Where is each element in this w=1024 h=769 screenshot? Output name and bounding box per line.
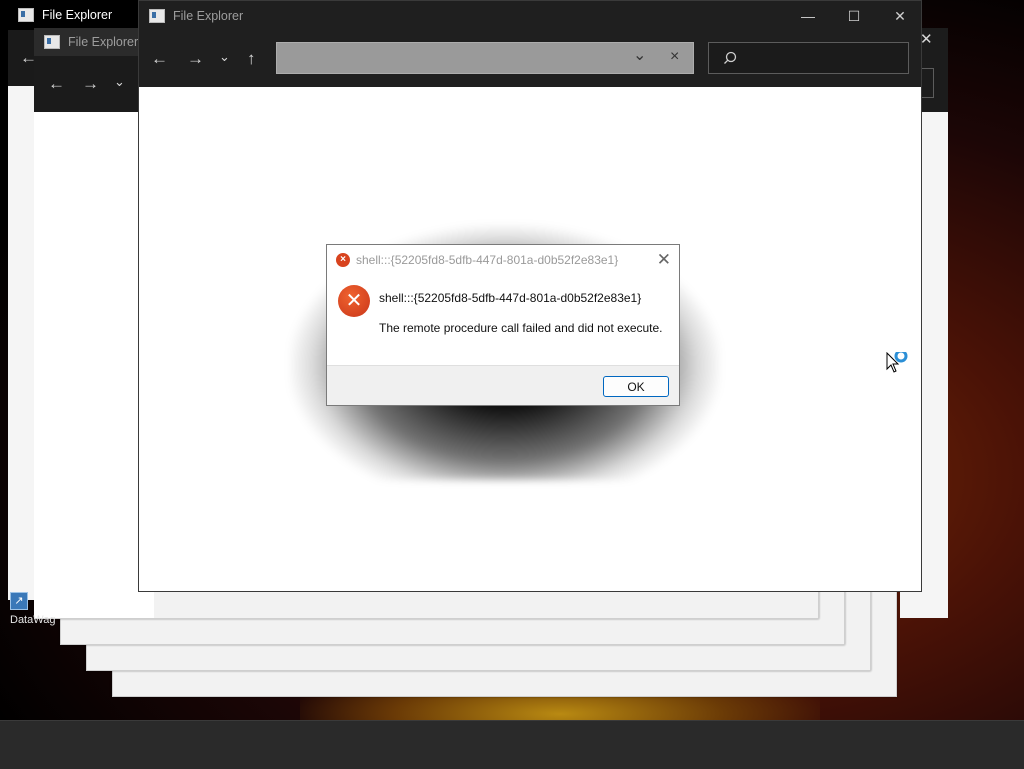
forward-arrow-icon[interactable]: → bbox=[187, 49, 204, 69]
dialog-title: shell:::{52205fd8-5dfb-447d-801a-d0b52f2… bbox=[356, 253, 619, 267]
file-explorer-app-icon bbox=[149, 9, 165, 23]
back-arrow-icon[interactable]: ← bbox=[151, 49, 168, 69]
taskbar[interactable] bbox=[0, 720, 1024, 769]
dialog-heading: shell:::{52205fd8-5dfb-447d-801a-d0b52f2… bbox=[379, 291, 642, 305]
recent-locations-chevron-icon[interactable]: ⌄ bbox=[114, 74, 125, 90]
window-title: File Explorer bbox=[42, 8, 113, 22]
error-dialog[interactable]: × shell:::{52205fd8-5dfb-447d-801a-d0b52… bbox=[326, 244, 680, 406]
recent-locations-chevron-icon[interactable]: ⌄ bbox=[219, 49, 230, 65]
window-titlebar[interactable]: File Explorer bbox=[8, 0, 148, 30]
address-bar[interactable]: ⌄ × bbox=[276, 42, 694, 74]
dialog-message: The remote procedure call failed and did… bbox=[379, 321, 663, 335]
search-icon bbox=[724, 51, 737, 64]
close-icon[interactable]: ✕ bbox=[657, 250, 671, 270]
up-arrow-icon[interactable]: ↑ bbox=[247, 49, 256, 69]
search-input[interactable] bbox=[708, 42, 909, 74]
desktop-shortcut[interactable]: ↗ DataWag bbox=[10, 592, 60, 626]
minimize-icon[interactable]: — bbox=[785, 1, 831, 31]
error-icon: ✕ bbox=[338, 285, 370, 317]
ok-button[interactable]: OK bbox=[603, 376, 669, 397]
error-icon: × bbox=[336, 253, 350, 267]
shortcut-label: DataWag bbox=[10, 614, 56, 626]
dialog-titlebar[interactable]: × shell:::{52205fd8-5dfb-447d-801a-d0b52… bbox=[327, 245, 679, 275]
file-explorer-app-icon bbox=[44, 35, 60, 49]
window-title: File Explorer bbox=[68, 35, 139, 49]
window-title: File Explorer bbox=[173, 9, 244, 23]
dialog-footer: OK bbox=[327, 365, 679, 405]
back-arrow-icon[interactable]: ← bbox=[48, 74, 65, 94]
shortcut-arrow-icon: ↗ bbox=[10, 592, 28, 610]
file-explorer-window-middle[interactable]: File Explorer ← → ⌄ bbox=[34, 28, 154, 618]
window-titlebar[interactable]: File Explorer bbox=[34, 28, 154, 56]
forward-arrow-icon[interactable]: → bbox=[82, 74, 99, 94]
window-content bbox=[34, 112, 154, 618]
maximize-icon[interactable]: ☐ bbox=[831, 1, 877, 31]
busy-cursor-icon bbox=[886, 352, 908, 373]
close-icon[interactable]: ✕ bbox=[877, 1, 921, 31]
address-clear-icon[interactable]: × bbox=[670, 48, 679, 66]
address-dropdown-chevron-icon[interactable]: ⌄ bbox=[633, 45, 646, 65]
file-explorer-app-icon bbox=[18, 8, 34, 22]
